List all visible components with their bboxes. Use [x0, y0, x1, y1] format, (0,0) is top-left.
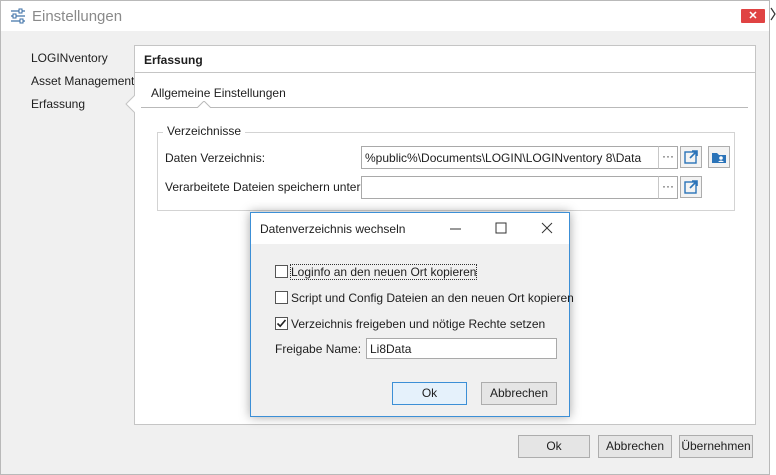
share-name-input[interactable]: Li8Data — [366, 338, 557, 359]
tab-pointer-icon — [197, 101, 211, 109]
open-directory-button[interactable] — [680, 146, 702, 168]
cancel-button[interactable]: Abbrechen — [598, 435, 672, 458]
selection-pointer-icon — [125, 95, 135, 113]
share-directory-checkbox[interactable] — [275, 317, 288, 330]
share-directory-button[interactable] — [708, 146, 730, 168]
open-processed-files-button[interactable] — [680, 176, 702, 198]
sidebar-item-loginventory[interactable]: LOGINventory — [31, 51, 108, 65]
group-title: Verzeichnisse — [163, 124, 246, 138]
data-directory-browse-button[interactable]: ··· — [658, 146, 678, 169]
copy-loginfo-checkbox[interactable] — [275, 265, 288, 278]
change-data-directory-dialog: Datenverzeichnis wechseln Loginfo an den… — [250, 212, 574, 417]
dialog-title: Datenverzeichnis wechseln — [260, 222, 406, 236]
share-directory-label: Verzeichnis freigeben und nötige Rechte … — [291, 317, 546, 331]
folder-share-icon — [712, 153, 726, 163]
tab-divider — [141, 107, 748, 108]
dialog-body: Loginfo an den neuen Ort kopieren Script… — [251, 244, 574, 416]
open-external-icon — [684, 180, 698, 194]
share-name-label: Freigabe Name: — [275, 342, 362, 356]
sidebar-item-asset-management[interactable]: Asset Management — [31, 74, 134, 88]
data-directory-label: Daten Verzeichnis: — [165, 151, 266, 165]
processed-files-input[interactable] — [361, 176, 659, 199]
copy-scripts-checkbox[interactable] — [275, 291, 288, 304]
copy-loginfo-label: Loginfo an den neuen Ort kopieren — [289, 264, 478, 280]
apply-button[interactable]: Übernehmen — [679, 435, 753, 458]
window-title: Einstellungen — [32, 8, 123, 25]
tab-allgemeine-einstellungen[interactable]: Allgemeine Einstellungen — [151, 86, 286, 100]
window-close-button[interactable]: ✕ — [741, 9, 765, 23]
data-directory-input[interactable]: %public%\Documents\LOGIN\LOGINventory 8\… — [361, 146, 659, 169]
processed-files-label: Verarbeitete Dateien speichern unter: — [165, 180, 364, 194]
minimize-icon[interactable] — [448, 220, 464, 236]
dialog-titlebar: Datenverzeichnis wechseln — [251, 213, 569, 244]
maximize-icon[interactable] — [493, 220, 509, 236]
processed-files-browse-button[interactable]: ··· — [658, 176, 678, 199]
checkmark-icon — [276, 319, 287, 328]
ok-button[interactable]: Ok — [518, 435, 590, 458]
directories-group — [157, 132, 735, 211]
sidebar-item-erfassung[interactable]: Erfassung — [31, 97, 85, 111]
window-titlebar: Einstellungen ✕ — [1, 1, 769, 31]
cursor-icon — [770, 7, 776, 21]
settings-sliders-icon — [11, 8, 25, 24]
panel-title: Erfassung — [144, 53, 203, 67]
open-external-icon — [684, 150, 698, 164]
dialog-cancel-button[interactable]: Abbrechen — [481, 382, 557, 405]
close-icon[interactable] — [539, 220, 555, 236]
panel-header: Erfassung — [135, 46, 755, 73]
dialog-ok-button[interactable]: Ok — [392, 382, 467, 405]
copy-scripts-label: Script und Config Dateien an den neuen O… — [291, 291, 574, 305]
